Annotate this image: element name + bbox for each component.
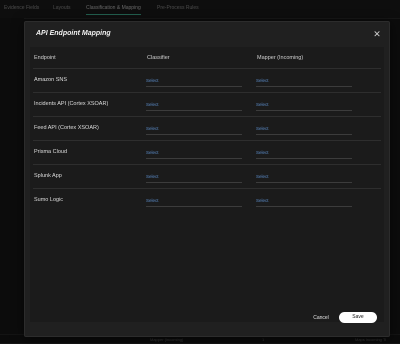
classifier-select-value: Select — [146, 150, 159, 155]
mapper-select-value: Select — [256, 174, 269, 179]
mapper-select[interactable]: Select — [256, 124, 352, 135]
classifier-select-value: Select — [146, 78, 159, 83]
api-endpoint-mapping-dialog: API Endpoint Mapping ✕ Endpoint Classifi… — [24, 21, 390, 337]
mapper-select[interactable]: Select — [256, 76, 352, 87]
close-icon[interactable]: ✕ — [372, 29, 382, 39]
table-row: Prisma Cloud Select Select — [33, 140, 381, 164]
endpoint-name: Prisma Cloud — [34, 149, 68, 155]
classifier-select[interactable]: Select — [146, 76, 242, 87]
endpoint-name: Amazon SNS — [34, 77, 68, 83]
save-button[interactable]: Save — [339, 312, 377, 323]
cancel-button[interactable]: Cancel — [310, 313, 332, 323]
mapper-select[interactable]: Select — [256, 196, 352, 207]
mapper-select-value: Select — [256, 198, 269, 203]
endpoint-name: Sumo Logic — [34, 197, 64, 203]
column-mapper: Mapper (Incoming) — [257, 55, 304, 61]
table-row: Incidents API (Cortex XSOAR) Select Sele… — [33, 92, 381, 116]
classifier-select[interactable]: Select — [146, 196, 242, 207]
column-endpoint: Endpoint — [34, 55, 56, 61]
mapper-select-value: Select — [256, 102, 269, 107]
dialog-title: API Endpoint Mapping — [36, 30, 111, 37]
mapper-select-value: Select — [256, 78, 269, 83]
table-row: Feed API (Cortex XSOAR) Select Select — [33, 116, 381, 140]
endpoint-name: Feed API (Cortex XSOAR) — [34, 125, 99, 131]
mapper-select[interactable]: Select — [256, 172, 352, 183]
classifier-select-value: Select — [146, 102, 159, 107]
classifier-select[interactable]: Select — [146, 172, 242, 183]
table-row: Sumo Logic Select Select — [33, 188, 381, 212]
mapper-select[interactable]: Select — [256, 148, 352, 159]
mapper-select-value: Select — [256, 150, 269, 155]
classifier-select[interactable]: Select — [146, 124, 242, 135]
table-row: Splunk App Select Select — [33, 164, 381, 188]
mapper-select[interactable]: Select — [256, 100, 352, 111]
mapping-table: Endpoint Classifier Mapper (Incoming) Am… — [30, 47, 384, 322]
table-header: Endpoint Classifier Mapper (Incoming) — [30, 47, 384, 67]
endpoint-name: Incidents API (Cortex XSOAR) — [34, 101, 109, 107]
table-row: Amazon SNS Select Select — [33, 68, 381, 92]
classifier-select[interactable]: Select — [146, 100, 242, 111]
column-classifier: Classifier — [147, 55, 170, 61]
classifier-select-value: Select — [146, 198, 159, 203]
classifier-select-value: Select — [146, 126, 159, 131]
classifier-select[interactable]: Select — [146, 148, 242, 159]
mapper-select-value: Select — [256, 126, 269, 131]
endpoint-name: Splunk App — [34, 173, 62, 179]
classifier-select-value: Select — [146, 174, 159, 179]
